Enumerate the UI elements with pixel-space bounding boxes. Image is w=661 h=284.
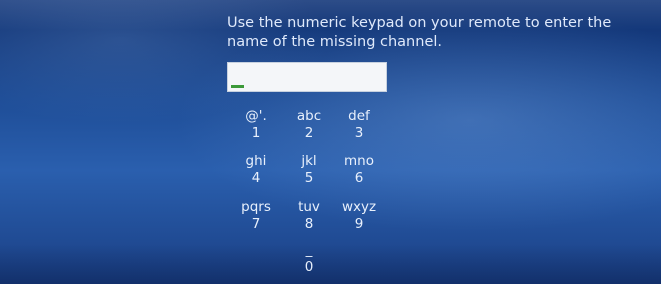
keypad-key-digit: 3	[354, 125, 364, 141]
keypad-key-letters: abc	[296, 108, 322, 124]
keypad-key-9[interactable]: wxyz 9	[334, 199, 384, 239]
keypad-key-digit: 6	[354, 170, 364, 186]
keypad-key-letters: @'.	[245, 108, 267, 124]
keypad-key-letters: mno	[344, 153, 374, 169]
keypad-key-digit: 9	[354, 216, 364, 232]
keypad-key-letters: ghi	[245, 153, 267, 169]
keypad-key-3[interactable]: def 3	[334, 108, 384, 148]
keypad-key-digit: 2	[304, 125, 314, 141]
keypad-key-0[interactable]: _ 0	[284, 242, 334, 282]
keypad-key-letters: jkl	[301, 153, 317, 169]
keypad-key-digit: 1	[251, 125, 261, 141]
channel-name-input[interactable]	[227, 62, 387, 92]
keypad-key-5[interactable]: jkl 5	[284, 153, 334, 193]
keypad-key-letters: wxyz	[341, 199, 377, 215]
keypad-key-8[interactable]: tuv 8	[284, 199, 334, 239]
keypad-key-digit: 0	[304, 259, 314, 275]
keypad-key-digit: 4	[251, 170, 261, 186]
keypad-key-letters: tuv	[298, 199, 320, 215]
keypad-key-letters: pqrs	[241, 199, 271, 215]
keypad-key-6[interactable]: mno 6	[334, 153, 384, 193]
keypad-key-4[interactable]: ghi 4	[231, 153, 281, 193]
keypad-key-1[interactable]: @'. 1	[231, 108, 281, 148]
keypad-key-letters: def	[348, 108, 370, 124]
numeric-keypad: @'. 1 abc 2 def 3 ghi 4 jkl 5 mno 6 pqrs…	[227, 108, 387, 278]
keypad-key-letters: _	[305, 242, 313, 258]
keypad-key-7[interactable]: pqrs 7	[231, 199, 281, 239]
keypad-key-digit: 5	[304, 170, 314, 186]
text-caret	[231, 85, 244, 88]
instruction-text: Use the numeric keypad on your remote to…	[227, 15, 612, 50]
keypad-key-digit: 8	[304, 216, 314, 232]
keypad-key-digit: 7	[251, 216, 261, 232]
keypad-key-2[interactable]: abc 2	[284, 108, 334, 148]
